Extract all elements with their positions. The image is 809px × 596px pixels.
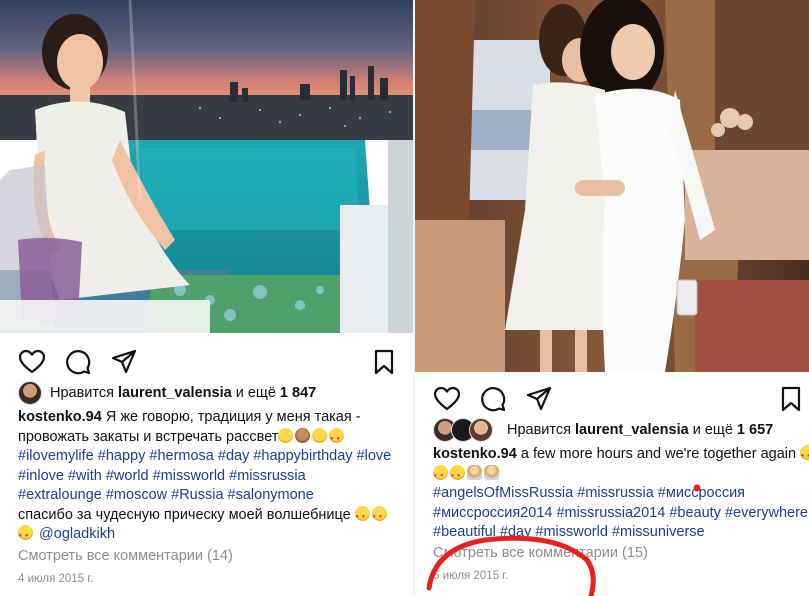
share-icon[interactable] bbox=[110, 348, 138, 376]
likes-prefix: Нравится bbox=[507, 422, 571, 438]
heart-eyes-emoji-icon bbox=[18, 525, 33, 547]
post-actions bbox=[0, 340, 413, 380]
likes-count[interactable]: 1 847 bbox=[280, 385, 316, 401]
bookmark-icon[interactable] bbox=[777, 385, 805, 413]
heart-icon[interactable] bbox=[433, 385, 461, 413]
instagram-post-1: Нравится laurent_valensia и ещё 1 847 ko… bbox=[0, 0, 413, 596]
post-date: 6 июля 2015 г. bbox=[433, 570, 509, 582]
hashtags-2[interactable]: #миссроссия2014 #missrussia2014 #beauty … bbox=[433, 504, 809, 524]
likes-prefix: Нравится bbox=[50, 385, 114, 401]
liked-by-username[interactable]: laurent_valensia bbox=[575, 422, 689, 438]
heart-eyes-emoji-icon bbox=[800, 445, 809, 467]
comment-icon[interactable] bbox=[479, 385, 507, 413]
hashtags-3[interactable]: #beautiful #day #missworld #missuniverse bbox=[433, 523, 809, 543]
post-photo[interactable] bbox=[415, 0, 809, 372]
heart-eyes-emoji-icon bbox=[329, 427, 345, 449]
caption-text-2: провожать закаты и встречать рассвет bbox=[18, 428, 279, 445]
likes-line: Нравится laurent_valensia и ещё 1 657 bbox=[433, 418, 773, 442]
hashtags-2[interactable]: #inlove #with #world #missworld #missrus… bbox=[18, 467, 391, 487]
bride-emoji-icon bbox=[467, 464, 482, 480]
bride-emoji-icon bbox=[484, 464, 499, 480]
liker-avatar[interactable] bbox=[18, 381, 42, 405]
liker-avatar bbox=[469, 418, 493, 442]
caption-text-1: a few more hours and we're together agai… bbox=[520, 446, 797, 462]
likes-line: Нравится laurent_valensia и ещё 1 847 bbox=[18, 381, 316, 405]
grin-emoji-icon bbox=[312, 427, 328, 443]
caption-text-1: Я же говорю, традиция у меня такая - bbox=[105, 409, 361, 425]
liked-by-username[interactable]: laurent_valensia bbox=[118, 385, 232, 401]
comment-icon[interactable] bbox=[64, 348, 92, 376]
post-date: 4 июля 2015 г. bbox=[18, 573, 94, 585]
monkey-emoji-icon bbox=[295, 427, 311, 443]
post-caption: kostenko.94 a few more hours and we're t… bbox=[433, 445, 809, 543]
bookmark-icon[interactable] bbox=[370, 348, 398, 376]
heart-eyes-emoji-icon bbox=[450, 464, 465, 486]
liker-avatars[interactable] bbox=[433, 418, 501, 442]
heart-eyes-emoji-icon bbox=[354, 505, 370, 527]
post-photo[interactable] bbox=[0, 0, 413, 333]
instagram-post-2: Нравится laurent_valensia и ещё 1 657 ko… bbox=[415, 0, 809, 596]
view-comments-link[interactable]: Смотреть все комментарии (15) bbox=[433, 545, 648, 561]
share-icon[interactable] bbox=[525, 385, 553, 413]
likes-mid: и ещё bbox=[692, 422, 733, 438]
heart-eyes-emoji-icon bbox=[433, 464, 448, 486]
likes-mid: и ещё bbox=[235, 385, 276, 401]
photo-sunset-lounge bbox=[0, 0, 413, 333]
caption-username[interactable]: kostenko.94 bbox=[18, 409, 102, 425]
post-caption: kostenko.94 Я же говорю, традиция у меня… bbox=[18, 408, 391, 547]
hashtags-3[interactable]: #extralounge #moscow #Russia #salonymone bbox=[18, 486, 391, 506]
post-actions bbox=[415, 377, 809, 417]
emoji-icon bbox=[278, 427, 294, 443]
mention-link[interactable]: @ogladkikh bbox=[39, 526, 115, 542]
likes-count[interactable]: 1 657 bbox=[737, 422, 773, 438]
caption-username[interactable]: kostenko.94 bbox=[433, 446, 517, 462]
heart-eyes-emoji-icon bbox=[371, 505, 387, 527]
heart-icon[interactable] bbox=[18, 348, 46, 376]
hashtags-1[interactable]: #angelsOfMissRussia #missrussia #мисcрос… bbox=[433, 484, 809, 504]
view-comments-link[interactable]: Смотреть все комментарии (14) bbox=[18, 548, 233, 564]
hashtags-1[interactable]: #ilovemylife #happy #hermosa #day #happy… bbox=[18, 447, 391, 467]
photo-two-women bbox=[415, 0, 809, 372]
caption-text-3: спасибо за чудесную прическу моей волшеб… bbox=[18, 506, 351, 523]
